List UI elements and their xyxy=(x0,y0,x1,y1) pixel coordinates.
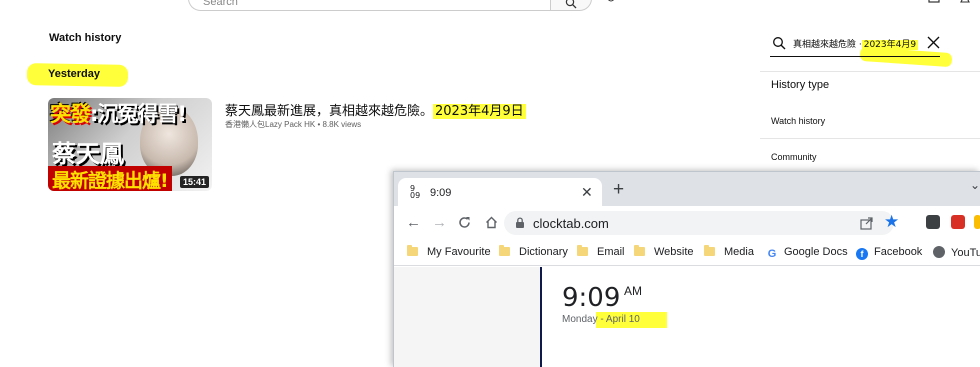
bookmark-media[interactable]: Media xyxy=(704,245,754,258)
new-tab-button[interactable]: + xyxy=(613,180,624,199)
bookmark-label: Media xyxy=(724,246,754,258)
folder-icon xyxy=(499,245,510,256)
search-icon[interactable] xyxy=(772,36,786,50)
thumbnail-caption-3: 最新證據出爐! xyxy=(48,166,172,191)
folder-icon xyxy=(704,245,715,256)
bookmark-facebook[interactable]: f Facebook xyxy=(856,246,922,260)
divider xyxy=(760,138,980,139)
url-text: clocktab.com xyxy=(533,216,609,231)
folder-icon xyxy=(407,245,418,256)
address-bar[interactable]: clocktab.com ★ xyxy=(504,211,899,235)
screen: Search Watch history Yesterday 突發:沉冤得雪! … xyxy=(0,0,980,367)
mic-icon[interactable] xyxy=(606,0,616,4)
search-button[interactable] xyxy=(550,0,592,11)
create-icon[interactable] xyxy=(928,0,940,4)
video-title-text: 蔡天鳳最新進展，真相越來越危險。 xyxy=(225,104,434,119)
bookmark-email[interactable]: Email xyxy=(577,245,625,258)
view-count: 8.8K views xyxy=(322,120,362,129)
history-type-label: History type xyxy=(771,79,830,91)
history-query-date: 2023年4月9 xyxy=(861,40,919,50)
back-button[interactable]: ← xyxy=(406,215,421,230)
history-type-watch[interactable]: Watch history xyxy=(771,116,825,126)
video-title-date: 2023年4月9日 xyxy=(433,104,526,119)
video-meta: 香港懶人包Lazy Pack HK • 8.8K views xyxy=(225,120,362,129)
channel-name[interactable]: 香港懶人包Lazy Pack HK xyxy=(225,120,315,129)
youtube-search-input[interactable]: Search xyxy=(188,0,550,11)
page-content: 9:09 AM Monday - April 10 xyxy=(394,267,980,367)
thumbnail-caption-1a: 突發 xyxy=(50,102,91,126)
bookmark-label: Google Docs xyxy=(784,246,848,258)
bookmark-label: Website xyxy=(654,246,694,258)
clock-date-text: - April 10 xyxy=(600,314,640,325)
thumbnail-caption-1b: :沉冤得雪! xyxy=(90,102,187,126)
search-placeholder: Search xyxy=(203,0,238,8)
forward-button[interactable]: → xyxy=(432,215,447,230)
bookmark-star-icon[interactable]: ★ xyxy=(884,213,899,230)
input-underline xyxy=(770,56,940,57)
folder-icon xyxy=(634,245,645,256)
tab-title: 9:09 xyxy=(430,187,452,199)
tab-favicon: 9 09 xyxy=(410,185,421,200)
history-search-input[interactable]: 真相越來越危險 · 2023年4月9 xyxy=(793,37,919,50)
search-icon xyxy=(565,0,577,9)
video-thumbnail[interactable]: 突發:沉冤得雪! 蔡天鳳 最新證據出爐! 15:41 xyxy=(48,98,212,191)
divider xyxy=(760,71,980,72)
bookmark-label: My Favourite xyxy=(427,246,491,258)
tab-strip: 9 09 9:09 ✕ + ⌄ xyxy=(394,172,980,206)
facebook-icon: f xyxy=(856,248,868,260)
clock-weekday: Monday xyxy=(562,314,598,325)
folder-icon xyxy=(577,245,588,256)
video-duration: 15:41 xyxy=(179,176,209,188)
history-query-text: 真相越來越危險 · xyxy=(793,40,862,50)
bookmark-youtube[interactable]: YouTube xyxy=(933,246,980,259)
bookmark-label: Dictionary xyxy=(519,246,568,258)
google-icon: G xyxy=(767,248,777,260)
clock-time: 9:09 xyxy=(562,283,621,313)
thumbnail-caption-1: 突發:沉冤得雪! xyxy=(50,98,187,128)
clock-ampm: AM xyxy=(624,284,642,298)
page-sidebar xyxy=(394,267,542,367)
bookmark-website[interactable]: Website xyxy=(634,245,694,258)
share-icon[interactable] xyxy=(860,216,874,230)
bookmark-google-docs[interactable]: G Google Docs xyxy=(766,246,848,260)
extension-icon[interactable] xyxy=(974,215,980,229)
pdf-extension-icon[interactable] xyxy=(951,215,965,229)
favicon-bottom: 09 xyxy=(410,191,421,200)
history-type-community[interactable]: Community xyxy=(771,152,817,162)
bookmarks-bar: My Favourite Dictionary Email Website Me… xyxy=(394,240,980,266)
home-icon[interactable] xyxy=(485,216,498,229)
chevron-down-icon[interactable]: ⌄ xyxy=(970,178,980,192)
notifications-icon[interactable] xyxy=(960,0,970,4)
bookmark-label: YouTube xyxy=(951,247,980,259)
bookmark-label: Email xyxy=(597,246,625,258)
tab-clocktab[interactable]: 9 09 9:09 ✕ xyxy=(398,178,602,206)
tab-close-icon[interactable]: ✕ xyxy=(581,184,593,201)
bookmark-my-favourite[interactable]: My Favourite xyxy=(407,245,491,258)
thumbnail-caption-2: 蔡天鳳 xyxy=(52,140,124,168)
close-icon[interactable] xyxy=(927,36,940,49)
page-title: Watch history xyxy=(49,32,122,44)
browser-window: 9 09 9:09 ✕ + ⌄ ← → clocktab.com ★ My Fav… xyxy=(393,171,980,367)
video-title[interactable]: 蔡天鳳最新進展，真相越來越危險。 2023年4月9日 xyxy=(225,100,526,119)
globe-icon xyxy=(933,246,945,258)
lock-icon[interactable] xyxy=(515,217,525,229)
bookmark-dictionary[interactable]: Dictionary xyxy=(499,245,568,258)
browser-toolbar: ← → clocktab.com ★ xyxy=(394,206,980,240)
bookmark-label: Facebook xyxy=(874,246,923,258)
extension-icon[interactable] xyxy=(926,215,940,229)
reload-icon[interactable] xyxy=(458,216,471,229)
clock-date: Monday - April 10 xyxy=(562,314,640,325)
section-heading: Yesterday xyxy=(48,68,100,80)
